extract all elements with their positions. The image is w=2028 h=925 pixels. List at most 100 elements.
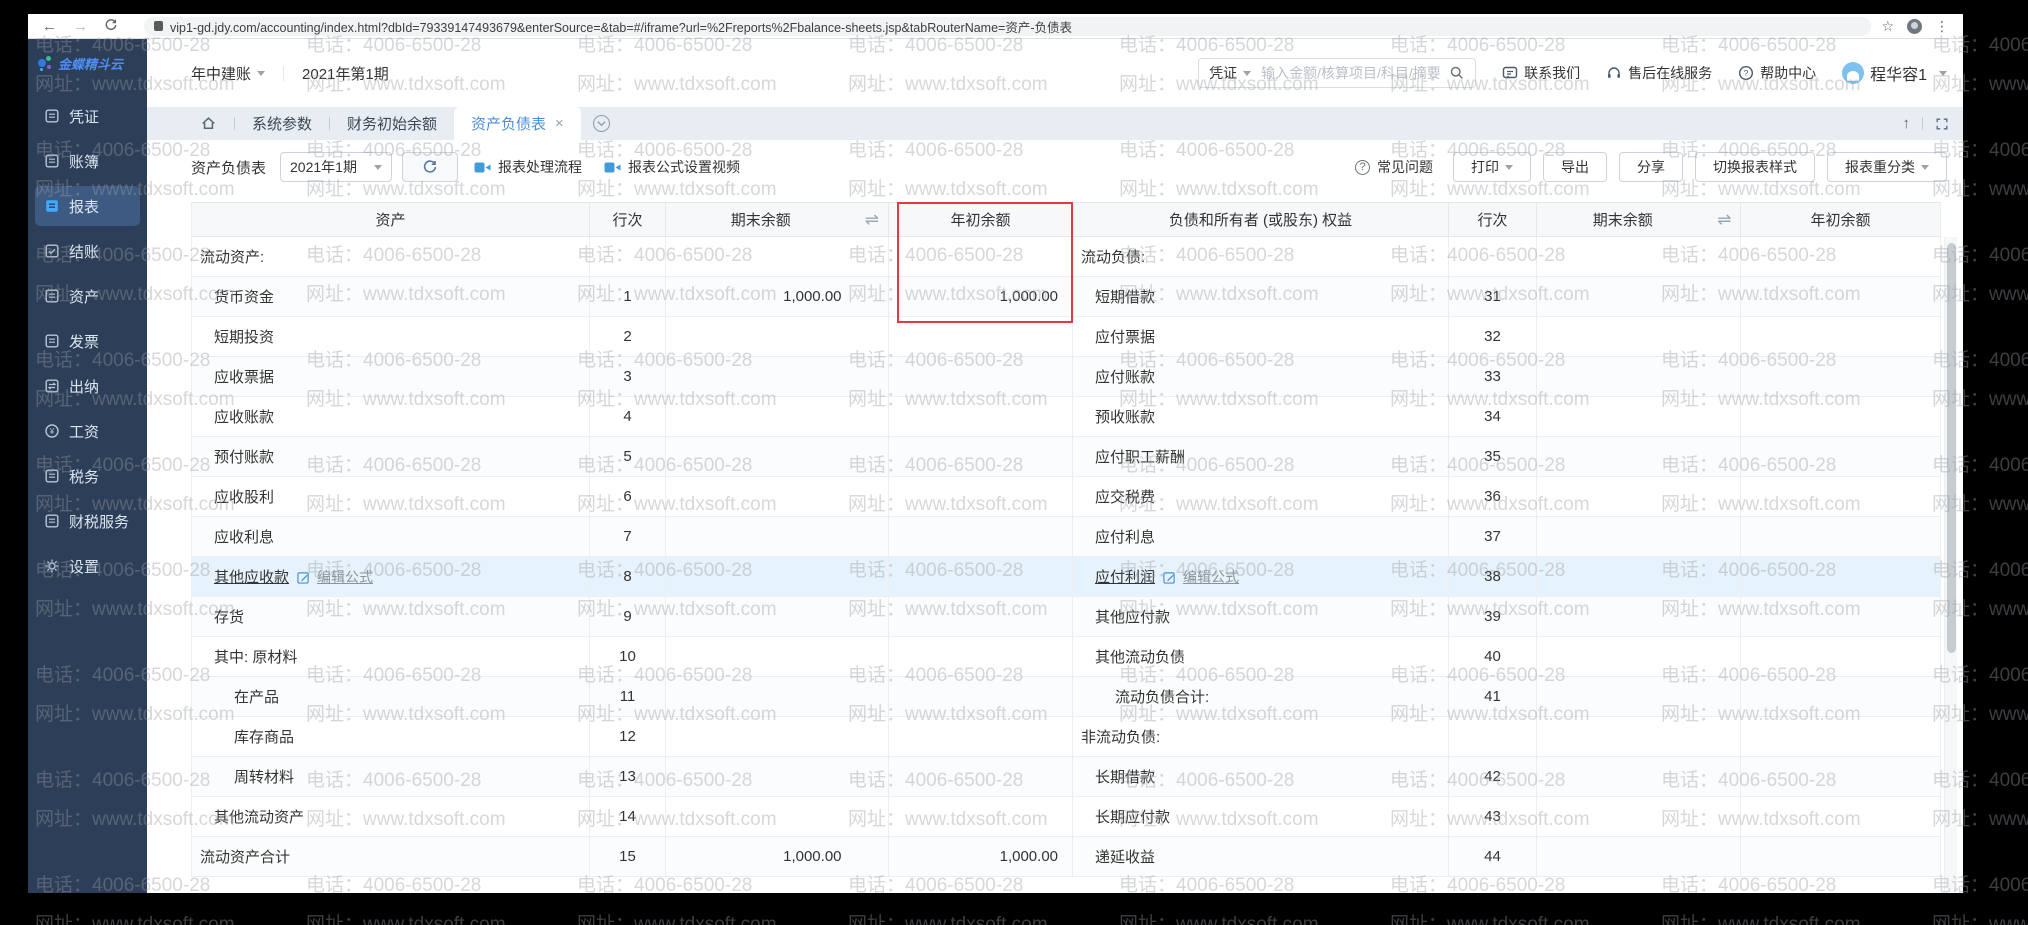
- browser-menu-icon[interactable]: ⋮: [1935, 18, 1949, 35]
- sidebar-item-invoices[interactable]: 发票: [35, 321, 140, 361]
- period-select[interactable]: 2021年1期: [280, 152, 393, 182]
- share-button[interactable]: 分享: [1619, 152, 1683, 182]
- end-balance-cell: [665, 556, 856, 597]
- address-bar[interactable]: vip1-gd.jdy.com/accounting/index.html?db…: [144, 16, 1872, 36]
- logo-dots-icon: [38, 55, 53, 72]
- close-tab-icon[interactable]: ×: [555, 115, 564, 132]
- swap-spacer-cell: [1708, 796, 1741, 837]
- vertical-scrollbar[interactable]: [1944, 237, 1957, 892]
- account-name-cell: 在产品: [191, 676, 590, 717]
- swap-spacer-cell: [855, 796, 889, 837]
- switch-style-button[interactable]: 切换报表样式: [1695, 152, 1815, 182]
- edit-formula-link[interactable]: 编辑公式: [1183, 569, 1239, 585]
- account-name-cell: 短期借款: [1072, 276, 1449, 317]
- sidebar-item-finance-tax-services[interactable]: 财税服务: [35, 501, 140, 541]
- browser-profile-icon[interactable]: [1907, 18, 1922, 34]
- sidebar-item-label: 发票: [69, 333, 100, 351]
- sidebar-item-tax[interactable]: 税务: [35, 456, 140, 496]
- faq-link[interactable]: ? 常见问题: [1355, 157, 1433, 177]
- fullscreen-icon[interactable]: [1935, 117, 1949, 131]
- help-center-link[interactable]: ? 帮助中心: [1738, 63, 1816, 83]
- report-content: 资产 行次 期末余额 ⇌ 年初余额 负债和所有者 (或股东) 权益 行次 期末余…: [147, 194, 1963, 893]
- print-button[interactable]: 打印: [1453, 152, 1531, 182]
- swap-spacer-cell: [1708, 516, 1741, 557]
- question-circle-icon: ?: [1738, 65, 1754, 81]
- row-number-cell: 34: [1448, 396, 1537, 437]
- sidebar-item-closing[interactable]: 结账: [35, 231, 140, 271]
- account-link[interactable]: 其他应收款: [214, 569, 289, 586]
- table-row: 预付账款 5 应付职工薪酬 35: [191, 436, 1941, 477]
- tab-list-dropdown[interactable]: [592, 115, 610, 132]
- main-area: 年中建账 2021年第1期 凭证 输入金额/核算项目/科目/摘要 联系我们 售后…: [147, 39, 1963, 893]
- begin-balance-cell: [1740, 236, 1941, 277]
- sidebar-menu: 凭证账簿报表结账资产发票出纳 ¥ 工资税务财税服务设置: [28, 91, 147, 591]
- swap-spacer-cell: [1708, 556, 1741, 597]
- swap-columns-icon[interactable]: ⇌: [1717, 210, 1731, 229]
- report-flow-link[interactable]: 报表处理流程: [474, 157, 582, 177]
- swap-columns-icon[interactable]: ⇌: [865, 210, 879, 229]
- end-balance-cell: [665, 236, 856, 277]
- watermark-text: 网址：www.tdxsoft.com: [1661, 914, 1861, 925]
- edit-formula-icon[interactable]: [297, 571, 310, 584]
- bookmark-star-icon[interactable]: ☆: [1881, 18, 1894, 35]
- watermark-text: 网址：www.tdxsoft.com: [35, 914, 235, 925]
- end-balance-cell: [665, 516, 856, 557]
- global-search-input[interactable]: 凭证 输入金额/核算项目/科目/摘要: [1198, 58, 1477, 88]
- swap-spacer-cell: [855, 236, 889, 277]
- begin-balance-cell: [1740, 596, 1941, 637]
- sidebar-item-settings[interactable]: 设置: [35, 546, 140, 586]
- account-name-cell: 预收账款: [1072, 396, 1449, 437]
- row-number-cell: [1448, 716, 1537, 757]
- forward-button[interactable]: →: [73, 19, 88, 34]
- sidebar-item-label: 结账: [69, 243, 100, 261]
- collapse-up-icon[interactable]: ↑: [1903, 115, 1911, 132]
- header-begin-balance: 年初余额: [1740, 202, 1941, 237]
- sidebar-item-label: 凭证: [69, 108, 100, 126]
- browser-window: ← → vip1-gd.jdy.com/accounting/index.htm…: [28, 14, 1963, 893]
- account-name-cell: 其他流动负债: [1072, 636, 1449, 677]
- account-name-cell: 货币资金: [191, 276, 590, 317]
- begin-balance-cell: [1740, 636, 1941, 677]
- swap-spacer-cell: [1708, 716, 1741, 757]
- sidebar-item-cashier[interactable]: 出纳: [35, 366, 140, 406]
- contact-us-link[interactable]: 联系我们: [1502, 63, 1580, 83]
- reclassify-button[interactable]: 报表重分类: [1827, 152, 1947, 182]
- begin-balance-cell: [888, 716, 1073, 757]
- swap-spacer-cell: [855, 556, 889, 597]
- search-icon[interactable]: [1449, 65, 1465, 81]
- row-number-cell: 11: [589, 676, 666, 717]
- formula-video-link[interactable]: 报表公式设置视频: [604, 157, 740, 177]
- sidebar-item-payroll[interactable]: ¥ 工资: [35, 411, 140, 451]
- sidebar-item-vouchers[interactable]: 凭证: [35, 96, 140, 136]
- begin-balance-cell: [888, 796, 1073, 837]
- account-name-cell: 库存商品: [191, 716, 590, 757]
- tab-initial-balance[interactable]: 财务初始余额: [330, 107, 454, 140]
- table-row: 应收股利 6 应交税费 36: [191, 476, 1941, 517]
- refresh-button[interactable]: [402, 152, 459, 182]
- account-mode-select[interactable]: 年中建账: [191, 63, 251, 84]
- edit-formula-icon[interactable]: [1163, 571, 1176, 584]
- account-name-cell: 应付账款: [1072, 356, 1449, 397]
- begin-balance-cell: [888, 356, 1073, 397]
- user-menu[interactable]: 程华容1: [1842, 61, 1947, 85]
- back-button[interactable]: ←: [42, 19, 57, 34]
- tab-system-params[interactable]: 系统参数: [235, 107, 329, 140]
- row-number-cell: 4: [589, 396, 666, 437]
- scrollbar-thumb[interactable]: [1947, 243, 1956, 653]
- account-link[interactable]: 应付利润: [1095, 569, 1155, 586]
- after-sales-service-link[interactable]: 售后在线服务: [1606, 63, 1712, 83]
- reload-button[interactable]: [104, 18, 118, 35]
- site-info-icon[interactable]: [154, 21, 163, 31]
- sidebar-item-books[interactable]: 账簿: [35, 141, 140, 181]
- row-number-cell: 7: [589, 516, 666, 557]
- row-number-cell: 3: [589, 356, 666, 397]
- tab-home[interactable]: [183, 107, 234, 140]
- sidebar-item-assets[interactable]: 资产: [35, 276, 140, 316]
- divider: [283, 65, 285, 81]
- tab-balance-sheet[interactable]: 资产负债表 ×: [454, 107, 581, 140]
- search-category-select[interactable]: 凭证: [1209, 63, 1252, 83]
- edit-formula-link[interactable]: 编辑公式: [317, 569, 373, 585]
- sidebar-item-reports[interactable]: 报表: [35, 186, 140, 226]
- url-text: vip1-gd.jdy.com/accounting/index.html?db…: [170, 20, 1073, 35]
- export-button[interactable]: 导出: [1543, 152, 1607, 182]
